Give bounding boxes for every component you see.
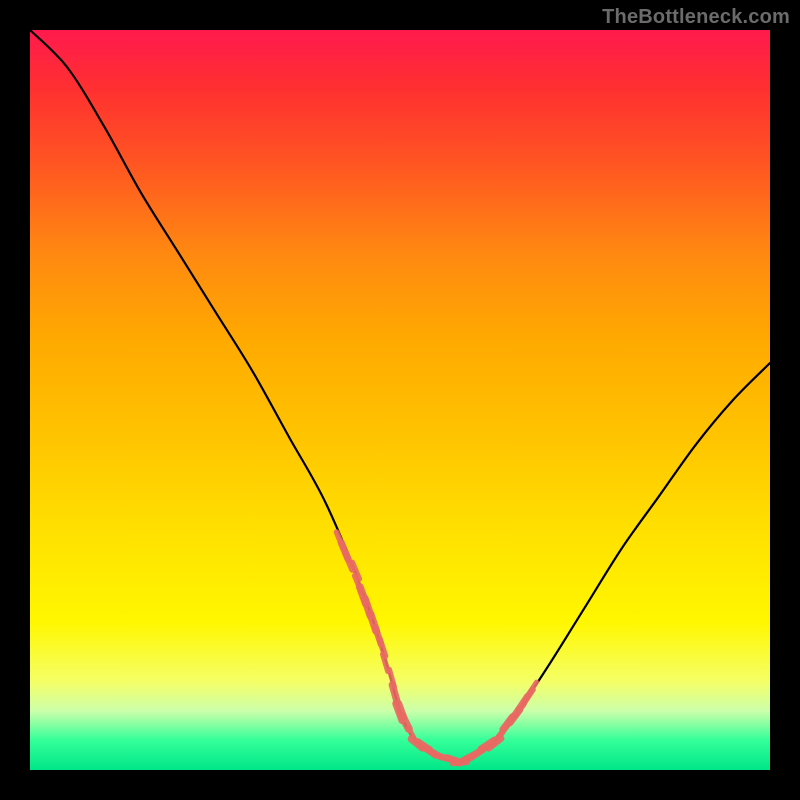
chart-frame: TheBottleneck.com xyxy=(0,0,800,800)
plot-area xyxy=(30,30,770,770)
watermark-text: TheBottleneck.com xyxy=(602,6,790,29)
highlight-valley-floor xyxy=(398,704,494,763)
curve-svg xyxy=(30,30,770,770)
highlight-left-spur xyxy=(337,532,402,720)
highlight-right-spur xyxy=(481,682,536,749)
main-curve xyxy=(30,30,770,763)
